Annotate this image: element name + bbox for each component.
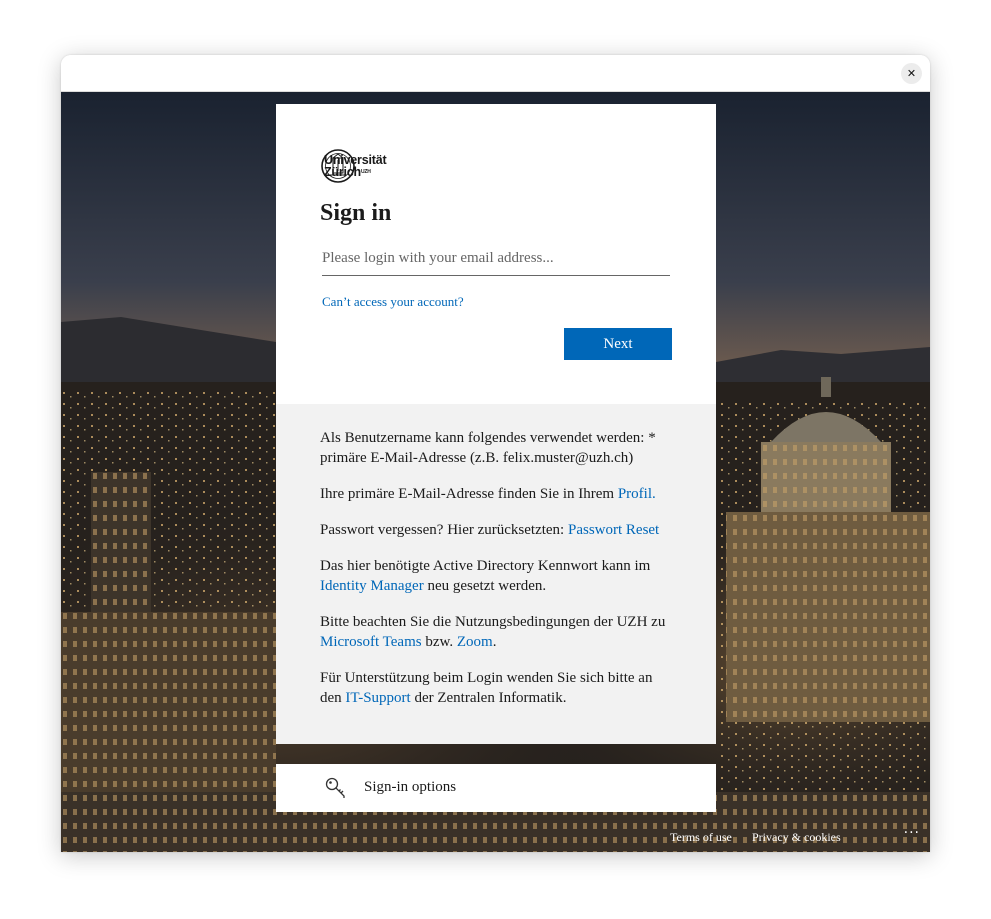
sign-in-card: Universität ZürichUZH Sign in Can’t acce… (276, 104, 716, 744)
info-profile: Ihre primäre E-Mail-Adresse finden Sie i… (320, 486, 656, 502)
cant-access-link[interactable]: Can’t access your account? (322, 294, 464, 310)
it-support-link[interactable]: IT-Support (345, 690, 410, 706)
sign-in-options-label: Sign-in options (364, 779, 457, 795)
email-input[interactable] (322, 242, 670, 276)
terms-of-use-link[interactable]: Terms of use (670, 830, 732, 845)
microsoft-teams-link[interactable]: Microsoft Teams (320, 634, 422, 650)
background-scene: Universität ZürichUZH Sign in Can’t acce… (61, 92, 930, 852)
identity-manager-link[interactable]: Identity Manager (320, 578, 424, 594)
uzh-logo: Universität ZürichUZH (320, 149, 387, 183)
browser-window: ✕ Universität ZürichUZH Sign in Please l… (61, 55, 930, 852)
info-identity: Das hier benötigte Active Directory Kenn… (320, 558, 651, 594)
sign-in-panel: Universität ZürichUZH Sign in Can’t acce… (276, 104, 716, 404)
next-button[interactable]: Next (564, 328, 672, 360)
window-titlebar: ✕ (61, 55, 930, 92)
info-panel: Als Benutzername kann folgendes verwende… (276, 404, 716, 744)
info-password: Passwort vergessen? Hier zurücksetzten: … (320, 522, 660, 538)
footer: Terms of use Privacy & cookies ··· (670, 822, 930, 852)
passwort-reset-link[interactable]: Passwort Reset (568, 522, 659, 538)
close-button[interactable]: ✕ (901, 63, 922, 84)
sign-in-options-button[interactable]: Sign-in options (276, 764, 716, 812)
info-terms: Bitte beachten Sie die Nutzungsbedingung… (320, 614, 666, 650)
zoom-link[interactable]: Zoom (457, 634, 493, 650)
info-support: Für Unterstützung beim Login wenden Sie … (320, 670, 653, 706)
more-options-button[interactable]: ··· (904, 825, 920, 841)
uzh-seal-icon (321, 149, 355, 183)
page-title: Sign in (320, 200, 392, 226)
profil-link-period[interactable]: . (652, 486, 656, 502)
privacy-cookies-link[interactable]: Privacy & cookies (752, 830, 841, 845)
profil-link[interactable]: Profil (618, 486, 652, 502)
key-icon (325, 777, 345, 798)
info-username: Als Benutzername kann folgendes verwende… (320, 430, 656, 466)
